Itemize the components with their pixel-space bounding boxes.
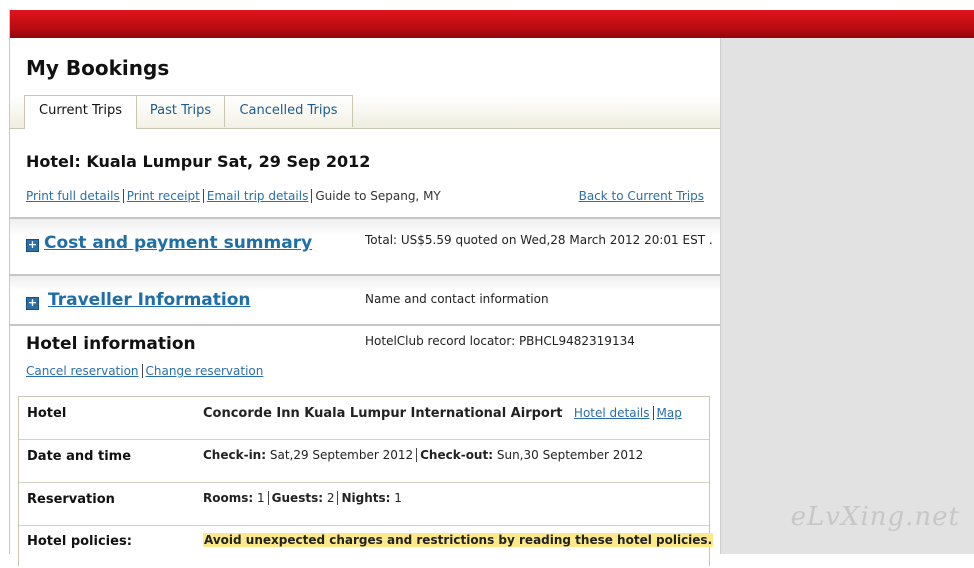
cost-total: Total: US$5.59 quoted on Wed,28 March 20…: [365, 233, 713, 247]
row-label: Hotel: [27, 406, 67, 421]
nights-label: Nights:: [341, 491, 391, 505]
reservation-links: Cancel reservation Change reservation: [26, 364, 263, 378]
checkin-label: Check-in:: [203, 448, 267, 462]
print-receipt-link[interactable]: Print receipt: [127, 189, 200, 203]
expand-plus-icon[interactable]: +: [26, 297, 39, 310]
guests-value: 2: [326, 491, 335, 505]
right-sidebar: [720, 38, 974, 554]
back-to-current-trips-link[interactable]: Back to Current Trips: [579, 189, 704, 203]
hotel-policies-link[interactable]: Avoid unexpected charges and restriction…: [203, 533, 714, 547]
top-banner: [10, 10, 974, 38]
separator: [652, 406, 654, 420]
page-title: My Bookings: [26, 56, 170, 80]
guests-label: Guests:: [271, 491, 324, 505]
separator: [311, 189, 313, 203]
traveller-section: + Traveller Information Name and contact…: [10, 274, 720, 326]
separator: [141, 364, 143, 378]
tab-cancelled-trips[interactable]: Cancelled Trips: [224, 95, 353, 127]
table-row: Hotel policies: Avoid unexpected charges…: [19, 526, 714, 568]
checkout-value: Sun,30 September 2012: [496, 448, 644, 462]
table-row: Date and time Check-in: Sat,29 September…: [19, 440, 709, 483]
hotel-details-link[interactable]: Hotel details: [574, 406, 650, 420]
main-content: My Bookings Current Trips Past Trips Can…: [10, 38, 720, 566]
watermark-logo: eLvXing.net: [790, 502, 960, 532]
checkout-label: Check-out:: [420, 448, 494, 462]
row-value: Check-in: Sat,29 September 2012 Check-out…: [203, 448, 643, 462]
row-value: Concorde Inn Kuala Lumpur International …: [203, 406, 682, 421]
hotel-info-table: Hotel Concorde Inn Kuala Lumpur Internat…: [18, 396, 714, 568]
separator: [202, 189, 204, 203]
hotel-name: Concorde Inn Kuala Lumpur International …: [203, 406, 563, 421]
table-row: Hotel Concorde Inn Kuala Lumpur Internat…: [19, 397, 709, 440]
cost-summary-toggle[interactable]: Cost and payment summary: [44, 233, 312, 253]
expand-plus-icon[interactable]: +: [26, 239, 39, 252]
row-value: Avoid unexpected charges and restriction…: [203, 533, 714, 547]
checkin-value: Sat,29 September 2012: [269, 448, 414, 462]
nights-value: 1: [394, 491, 402, 505]
separator: [122, 189, 124, 203]
row-label: Reservation: [27, 492, 115, 507]
trip-links: Print full details Print receipt Email tri…: [26, 189, 441, 203]
separator: [267, 491, 269, 505]
row-label: Hotel policies:: [27, 534, 132, 549]
traveller-info-toggle[interactable]: Traveller Information: [48, 290, 251, 310]
back-link-wrap: Back to Current Trips: [579, 189, 704, 203]
change-reservation-link[interactable]: Change reservation: [146, 364, 264, 378]
row-label: Date and time: [27, 449, 132, 464]
guide-text: Guide to Sepang, MY: [315, 189, 441, 203]
tab-past-trips[interactable]: Past Trips: [136, 95, 225, 127]
tab-current-trips[interactable]: Current Trips: [24, 95, 137, 129]
cost-summary-section: + Cost and payment summary Total: US$5.5…: [10, 217, 720, 275]
trip-title: Hotel: Kuala Lumpur Sat, 29 Sep 2012: [26, 152, 371, 171]
separator: [416, 448, 418, 462]
map-link[interactable]: Map: [657, 406, 682, 420]
cancel-reservation-link[interactable]: Cancel reservation: [26, 364, 139, 378]
email-trip-details-link[interactable]: Email trip details: [207, 189, 309, 203]
rooms-value: 1: [257, 491, 265, 505]
separator: [337, 491, 339, 505]
row-value: Rooms: 1 Guests: 2 Nights: 1: [203, 491, 402, 505]
table-row: Reservation Rooms: 1 Guests: 2 Nights: 1: [19, 483, 709, 526]
hotel-info-title: Hotel information: [26, 334, 196, 354]
print-full-details-link[interactable]: Print full details: [26, 189, 120, 203]
traveller-note: Name and contact information: [365, 292, 549, 306]
rooms-label: Rooms:: [203, 491, 254, 505]
record-locator: HotelClub record locator: PBHCL948231913…: [365, 334, 635, 348]
tabs-bar: Current Trips Past Trips Cancelled Trips: [10, 95, 720, 129]
